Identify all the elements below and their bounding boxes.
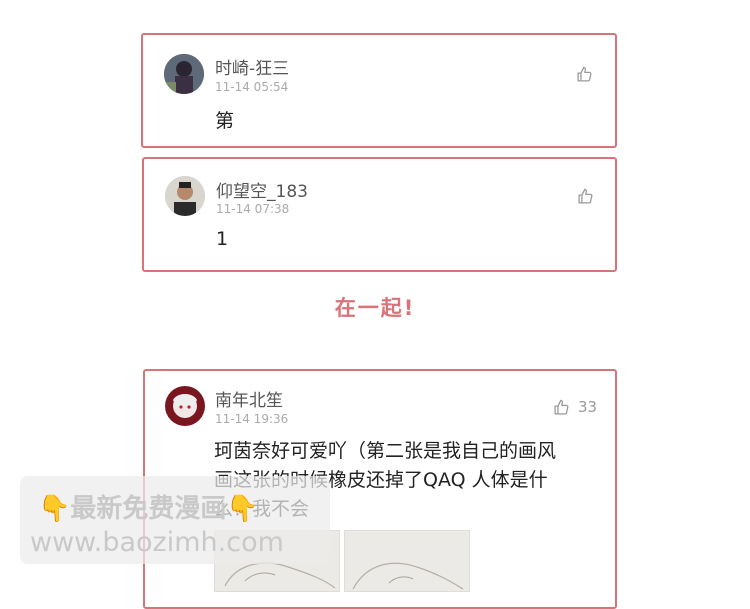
avatar[interactable] [165, 386, 205, 426]
comment-time: 11-14 05:54 [215, 80, 289, 94]
like-count: 33 [578, 398, 598, 416]
like-button[interactable] [576, 66, 601, 83]
watermark-url: www.baozimh.com [30, 527, 284, 558]
comment-username[interactable]: 南年北笙 [215, 386, 283, 411]
pointing-down-icon: 👇 [226, 494, 259, 524]
like-button[interactable]: 33 [553, 398, 597, 416]
avatar[interactable] [165, 176, 205, 216]
comment-image-thumbnail[interactable] [344, 530, 470, 592]
caption-text: 在一起! [334, 296, 416, 320]
comment-text: 1 [216, 228, 229, 250]
pointing-down-icon: 👇 [38, 494, 71, 524]
thumbs-up-icon [577, 66, 592, 82]
thumbs-up-icon [578, 188, 593, 204]
comment-time: 11-14 19:36 [215, 412, 289, 426]
like-button[interactable] [577, 188, 602, 205]
comment-time: 11-14 07:38 [216, 202, 290, 216]
comment-text: 第 [215, 110, 235, 132]
comment-card-1: 时崎-狂三 11-14 05:54 第 [141, 33, 617, 148]
thumbs-up-icon [554, 399, 569, 415]
watermark-text: 最新免费漫画 [70, 494, 227, 524]
avatar[interactable] [164, 54, 204, 94]
comment-text-line: 珂茵奈好可爱吖（第二张是我自己的画风 [214, 440, 557, 462]
comment-card-2: 仰望空_183 11-14 07:38 1 [142, 157, 617, 272]
comment-username[interactable]: 时崎-狂三 [215, 54, 289, 79]
comment-username[interactable]: 仰望空_183 [216, 177, 308, 202]
watermark-line-1: 👇最新免费漫画👇 [38, 488, 259, 525]
